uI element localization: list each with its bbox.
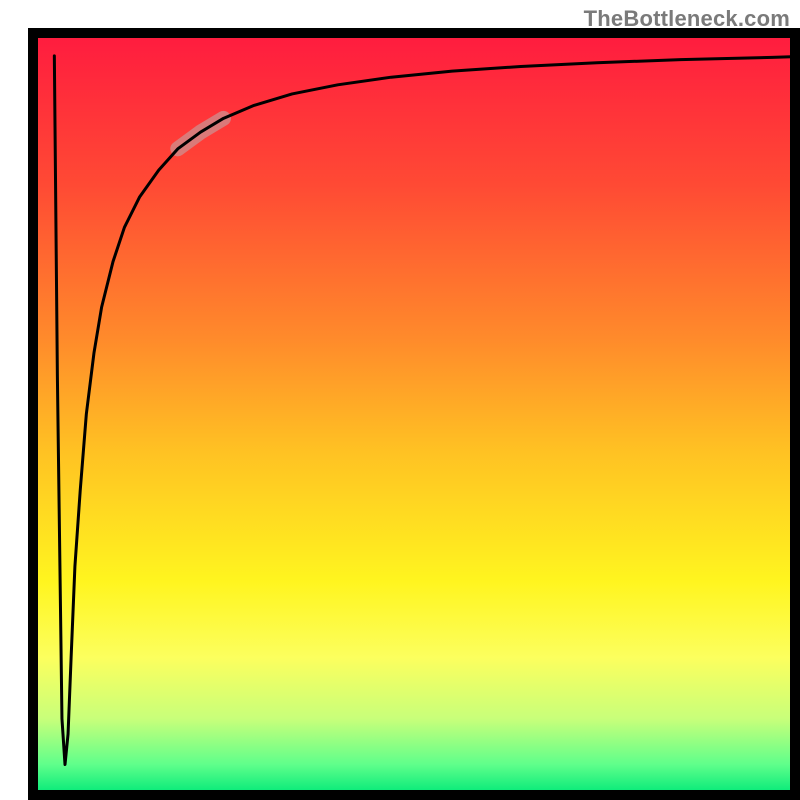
- plot-area: [33, 33, 795, 795]
- gradient-background: [33, 33, 795, 795]
- chart-container: TheBottleneck.com: [0, 0, 800, 800]
- watermark-text: TheBottleneck.com: [584, 6, 790, 32]
- chart-svg: [0, 0, 800, 800]
